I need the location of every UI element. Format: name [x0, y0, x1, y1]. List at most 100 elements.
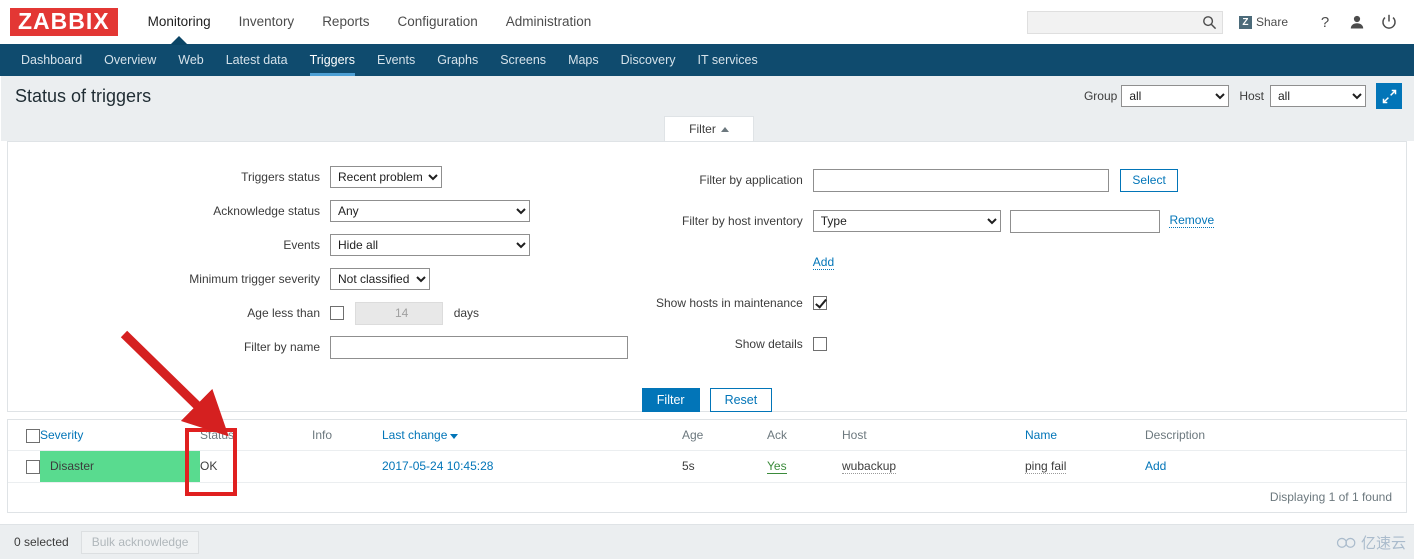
filter-reset-button[interactable]: Reset — [709, 388, 773, 412]
triggers-status-label: Triggers status — [241, 170, 320, 184]
user-profile-button[interactable] — [1344, 9, 1370, 35]
bottom-action-bar: 0 selected Bulk acknowledge 亿速云 — [0, 524, 1414, 559]
age-less-than-checkbox[interactable] — [330, 306, 344, 320]
fullscreen-button[interactable] — [1376, 83, 1402, 109]
age-less-than-label: Age less than — [247, 306, 320, 320]
watermark: 亿速云 — [1336, 532, 1406, 553]
select-all-cell — [8, 420, 40, 451]
subnav-item-triggers[interactable]: Triggers — [299, 44, 366, 76]
ack-link[interactable]: Yes — [767, 459, 787, 475]
subnav-item-discovery[interactable]: Discovery — [610, 44, 687, 76]
filter-by-application-label: Filter by application — [699, 173, 803, 188]
zabbix-logo: ZABBIX — [10, 8, 118, 36]
filter-row-triggers-status: Triggers status Recent problem — [8, 160, 656, 194]
filter-row-maintenance: Show hosts in maintenance — [656, 282, 1214, 323]
zabbix-share-badge-icon: Z — [1238, 15, 1252, 29]
share-button[interactable]: Z Share — [1238, 15, 1288, 29]
row-select-checkbox[interactable] — [26, 459, 40, 474]
question-mark-icon: ? — [1321, 14, 1329, 30]
filter-row-events: Events Hide all — [8, 228, 656, 262]
description-add-link[interactable]: Add — [1145, 459, 1166, 473]
triggers-status-select[interactable]: Recent problem — [330, 166, 442, 188]
host-label: Host — [1239, 89, 1264, 103]
filter-by-name-input[interactable] — [330, 335, 628, 359]
search-input[interactable] — [1027, 11, 1222, 33]
nav-item-administration[interactable]: Administration — [492, 0, 606, 44]
subnav-item-screens[interactable]: Screens — [489, 44, 557, 76]
column-header-severity[interactable]: Severity — [40, 420, 200, 451]
show-details-checkbox[interactable] — [812, 337, 827, 351]
filter-left-column: Triggers status Recent problem Acknowled… — [8, 160, 656, 364]
nav-item-configuration[interactable]: Configuration — [383, 0, 491, 44]
watermark-text: 亿速云 — [1360, 534, 1406, 552]
subnav-item-maps[interactable]: Maps — [557, 44, 610, 76]
host-inventory-value-input[interactable] — [1010, 209, 1161, 233]
sign-out-button[interactable] — [1376, 9, 1402, 35]
filter-row-acknowledge-status: Acknowledge status Any — [8, 194, 656, 228]
inventory-add-spacer — [656, 242, 813, 283]
subnav-item-latest-data[interactable]: Latest data — [215, 44, 299, 76]
trigger-name-link[interactable]: ping fail — [1025, 459, 1067, 475]
filter-by-application-input[interactable] — [812, 168, 1109, 192]
host-inventory-add-link[interactable]: Add — [812, 254, 835, 270]
acknowledge-status-label: Acknowledge status — [213, 204, 320, 218]
search-icon — [1203, 15, 1217, 29]
triggers-table-container: Severity Status Info Last change Age Ack… — [7, 419, 1407, 513]
main-navigation: Monitoring Inventory Reports Configurati… — [134, 0, 606, 44]
nav-item-monitoring[interactable]: Monitoring — [134, 0, 225, 44]
events-select[interactable]: Hide all — [330, 234, 530, 256]
filter-row-details: Show details — [656, 323, 1214, 364]
column-header-host[interactable]: Host — [842, 420, 1025, 451]
filter-by-name-label: Filter by name — [243, 340, 320, 354]
application-select-button[interactable]: Select — [1120, 168, 1179, 192]
filter-row-host-inventory: Filter by host inventory Type Remove — [656, 201, 1215, 242]
nav-item-reports[interactable]: Reports — [308, 0, 383, 44]
host-select[interactable]: all — [1270, 85, 1366, 107]
subnav-item-dashboard[interactable]: Dashboard — [10, 44, 93, 76]
min-severity-select[interactable]: Not classified — [330, 268, 430, 290]
table-footer-count: Displaying 1 of 1 found — [8, 482, 1406, 512]
top-header: ZABBIX Monitoring Inventory Reports Conf… — [0, 0, 1414, 44]
help-button[interactable]: ? — [1312, 9, 1338, 35]
show-hosts-in-maintenance-checkbox[interactable] — [812, 296, 827, 311]
sub-navigation: Dashboard Overview Web Latest data Trigg… — [0, 44, 1414, 76]
nav-item-inventory[interactable]: Inventory — [225, 0, 309, 44]
column-header-age: Age — [682, 420, 767, 451]
header-actions: Z Share ? — [1026, 9, 1402, 35]
min-severity-label: Minimum trigger severity — [189, 272, 320, 286]
cell-status: OK — [200, 450, 312, 483]
subnav-item-web[interactable]: Web — [167, 44, 214, 76]
subnav-item-graphs[interactable]: Graphs — [426, 44, 489, 76]
subnav-item-events[interactable]: Events — [366, 44, 426, 76]
age-days-unit: days — [453, 306, 480, 320]
column-header-last-change[interactable]: Last change — [382, 420, 682, 451]
select-all-checkbox[interactable] — [26, 428, 40, 443]
age-days-input[interactable] — [355, 301, 444, 325]
subnav-item-it-services[interactable]: IT services — [687, 44, 769, 76]
events-label: Events — [283, 238, 320, 252]
filter-row-name: Filter by name — [8, 330, 656, 364]
filter-row-age: Age less than days — [8, 296, 656, 330]
host-inventory-type-select[interactable]: Type — [812, 210, 1001, 233]
column-header-status[interactable]: Status — [200, 420, 312, 451]
bulk-acknowledge-button[interactable]: Bulk acknowledge — [80, 530, 200, 554]
row-select-cell — [8, 450, 40, 483]
triggers-table: Severity Status Info Last change Age Ack… — [8, 420, 1406, 483]
acknowledge-status-select[interactable]: Any — [330, 200, 530, 222]
cell-info — [312, 450, 382, 483]
host-inventory-remove-link[interactable]: Remove — [1169, 213, 1215, 229]
column-header-description: Description — [1145, 420, 1406, 451]
filter-panel: Triggers status Recent problem Acknowled… — [7, 141, 1407, 412]
filter-tab-strip: Filter — [0, 116, 1414, 141]
column-header-info: Info — [312, 420, 382, 451]
global-search[interactable] — [1026, 10, 1223, 34]
host-link[interactable]: wubackup — [842, 459, 897, 475]
filter-apply-button[interactable]: Filter — [641, 388, 700, 412]
column-header-name[interactable]: Name — [1025, 420, 1145, 451]
group-select[interactable]: all — [1121, 85, 1230, 107]
tab-filter[interactable]: Filter — [664, 116, 754, 141]
last-change-link[interactable]: 2017-05-24 10:45:28 — [382, 459, 493, 473]
subnav-item-overview[interactable]: Overview — [93, 44, 167, 76]
cell-ack: Yes — [767, 450, 842, 483]
sort-descending-icon — [450, 433, 459, 439]
